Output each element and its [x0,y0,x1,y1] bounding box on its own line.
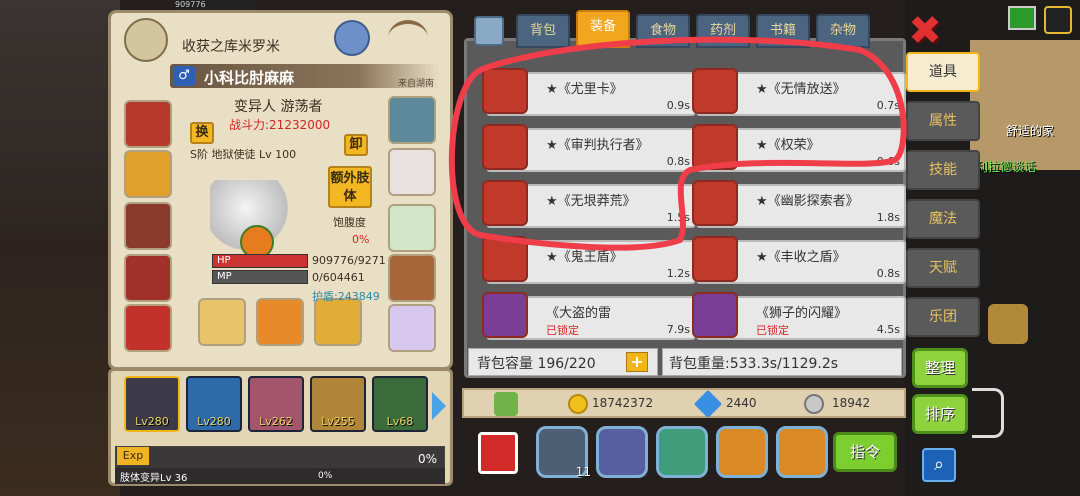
room-label: 舒适的家 [1006,124,1055,138]
guild-emblem-icon[interactable] [124,18,168,62]
side-tab[interactable]: 技能 [906,150,980,190]
amulet-slot[interactable] [388,96,436,144]
network-icon[interactable] [1008,6,1036,30]
expand-capacity-button[interactable]: + [626,352,648,372]
expand-icon[interactable] [1044,6,1072,34]
top-hp-fragment: 909776 [175,0,255,10]
character-class: 变异人 游荡者 [234,99,323,115]
extra-limb-button[interactable]: 额外肢体 [328,166,372,208]
paw-icon[interactable]: 11 [536,426,591,479]
team-level: Lv68 [386,415,414,428]
hp-value: 909776/9271 [312,254,386,267]
side-tab[interactable]: 天赋 [906,248,980,288]
command-button[interactable]: 指令 [833,432,897,472]
team-level: Lv255 [321,415,355,428]
character-name: 小科比肘麻麻 [204,69,295,87]
diamond-icon [693,389,723,419]
team-member-3[interactable]: Lv262 [248,376,304,432]
hanger-icon[interactable] [388,20,428,56]
limb-exp-percent: 0% [318,471,333,481]
team-member-5[interactable]: Lv68 [372,376,428,432]
search-icon[interactable]: ⌕ [922,448,956,482]
character-title: 收获之库米罗米 [182,39,280,55]
nature-skill-icon[interactable] [656,426,708,478]
item-icon [482,292,528,338]
unload-button[interactable]: 卸 [344,134,368,156]
branch-icon [972,388,1004,438]
highlight-annotation [448,36,907,251]
close-icon[interactable]: ✖ [905,11,945,52]
satiety-value: 0% [352,233,370,246]
character-rank: S阶 地狱使徒 Lv 100 [190,148,297,161]
pet-equip-slot[interactable] [388,148,436,196]
team-member-4[interactable]: Lv255 [310,376,366,432]
mp-bar: MP [212,270,308,284]
gender-icon: ♂ [173,66,195,86]
mp-value: 0/604461 [312,271,365,284]
windmill-skill-icon[interactable] [776,426,828,478]
boots-slot[interactable] [388,254,436,302]
gold-coin-icon [568,394,588,414]
item-lock-status: 已锁定 [756,324,789,337]
armor-slot[interactable] [124,202,172,250]
hp-label: HP [217,255,231,266]
hp-bar: HP [212,254,308,268]
team-level: Lv280 [135,415,169,428]
portal-icon[interactable] [334,20,370,56]
team-member-1[interactable]: Lv280 [124,376,180,432]
ring-slot[interactable] [388,204,436,252]
offhand-slot[interactable] [256,298,304,346]
paw-badge: 11 [575,465,591,479]
item-card[interactable]: 《大盗的雷 7.9s 已锁定 [482,292,696,340]
gold-amount: 18742372 [592,396,654,410]
combat-power: 战斗力:21232000 [229,118,331,132]
gear-skill-icon[interactable] [596,426,648,478]
bag-weight: 背包重量:533.3s/1129.2s [662,348,902,376]
helmet-slot[interactable] [124,100,172,148]
exp-bar [115,446,445,470]
shield-value: 护盾:243849 [312,290,380,303]
necklace-slot[interactable] [124,150,172,198]
download-icon[interactable] [494,392,518,416]
silver-amount: 18942 [832,396,871,410]
fan-icon[interactable] [988,304,1028,344]
organize-button[interactable]: 整理 [912,348,968,388]
bow-slot[interactable] [314,298,362,346]
character-origin: 来自湖南 [398,79,435,89]
item-weight: 4.5s [876,323,900,336]
side-tab[interactable]: 乐团 [906,297,980,337]
silver-coin-icon [804,394,824,414]
team-level: Lv262 [259,415,293,428]
team-member-2[interactable]: Lv280 [186,376,242,432]
diamond-amount: 2440 [726,396,757,410]
fire-skill-icon[interactable] [716,426,768,478]
side-tab[interactable]: 道具 [906,52,980,92]
limb-exp-label: 肢体变异Lv 36 [120,473,188,484]
item-card[interactable]: 《狮子的闪耀》 4.5s 已锁定 [692,292,906,340]
home-room-floor [970,40,1080,170]
highlight-stroke [448,36,907,251]
gloves-slot[interactable] [124,254,172,302]
belt-slot[interactable] [124,304,172,352]
side-tab[interactable]: 属性 [906,101,980,141]
team-level: Lv280 [197,415,231,428]
item-weight: 7.9s [666,323,690,336]
next-arrow-icon[interactable] [432,392,446,420]
item-icon [692,292,738,338]
item-name: 《大盗的雷 [546,306,612,321]
item-name: 《狮子的闪耀》 [756,306,848,321]
left-scene-strip [0,0,120,496]
exp-percent: 0% [418,452,438,466]
swap-button[interactable]: 换 [190,122,214,144]
mp-label: MP [217,271,232,282]
accessory-slot[interactable] [388,304,436,352]
item-lock-status: 已锁定 [546,324,579,337]
weapon-slot[interactable] [198,298,246,346]
currency-bar: 18742372 2440 18942 [462,388,906,419]
number-sort-icon[interactable] [478,432,518,474]
sort-button[interactable]: 排序 [912,394,968,434]
side-tab[interactable]: 魔法 [906,199,980,239]
satiety-label: 饱腹度 [333,216,366,229]
exp-label: Exp [117,447,149,465]
